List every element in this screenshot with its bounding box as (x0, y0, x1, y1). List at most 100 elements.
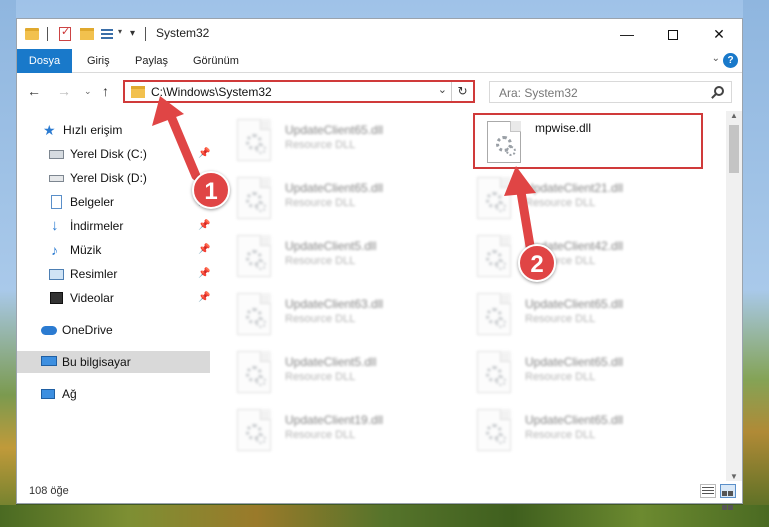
file-type: Resource DLL (285, 255, 356, 267)
file-type: Resource DLL (285, 197, 356, 209)
customize-toolbar-icon[interactable]: ▾ (130, 28, 135, 44)
file-list: UpdateClient65.dll Resource DLL mpwise.d… (225, 111, 725, 477)
file-tile[interactable]: UpdateClient19.dll Resource DLL (225, 403, 455, 459)
dll-file-icon (477, 351, 511, 393)
file-tile[interactable]: UpdateClient5.dll Resource DLL (225, 345, 455, 401)
cloud-icon (41, 326, 57, 335)
pin-icon[interactable]: 📌 (198, 287, 210, 309)
network-icon (41, 389, 55, 399)
scrollbar-thumb[interactable] (729, 125, 739, 173)
vertical-scrollbar[interactable]: ▲ ▼ (726, 111, 742, 481)
file-name: UpdateClient63.dll (285, 297, 384, 311)
star-icon: ★ (43, 122, 56, 138)
file-tile[interactable]: UpdateClient65.dll Resource DLL (465, 287, 695, 343)
address-bar[interactable]: C:\Windows\System32 ⌄ ↻ (123, 80, 475, 103)
dll-file-icon (477, 177, 511, 219)
tab-file[interactable]: Dosya (17, 49, 72, 73)
file-tile[interactable]: UpdateClient65.dll Resource DLL (465, 345, 695, 401)
address-path[interactable]: C:\Windows\System32 (151, 85, 272, 99)
window-title: System32 (156, 26, 210, 40)
file-type: Resource DLL (285, 139, 356, 151)
properties-icon[interactable] (101, 27, 115, 41)
tab-home[interactable]: Giriş (77, 49, 120, 73)
title-bar: ▾ ▾ System32 — ✕ (17, 19, 742, 49)
scroll-up-icon[interactable]: ▲ (730, 111, 738, 120)
file-name: UpdateClient5.dll (285, 239, 377, 253)
file-type: Resource DLL (285, 313, 356, 325)
up-arrow-icon[interactable]: ↑ (102, 83, 109, 99)
sidebar-item-label: Yerel Disk (D:) (70, 171, 147, 185)
sidebar-item-label: Resimler (70, 267, 118, 281)
sidebar-item-pictures[interactable]: Resimler 📌 (17, 263, 210, 285)
expand-ribbon-icon[interactable]: ⌄ (712, 53, 720, 64)
file-type: Resource DLL (525, 429, 596, 441)
large-icons-view-icon[interactable] (720, 484, 736, 510)
drive-icon (49, 175, 64, 182)
file-type: Resource DLL (525, 313, 596, 325)
divider (47, 27, 48, 41)
pin-icon[interactable]: 📌 (198, 239, 210, 261)
sidebar-item-music[interactable]: ♪ Müzik 📌 (17, 239, 210, 261)
forward-arrow-icon[interactable]: → (57, 83, 71, 99)
sidebar-item-documents[interactable]: Belgeler 📌 (17, 191, 210, 213)
navigation-pane: ★ Hızlı erişim Yerel Disk (C:) 📌 Yerel D… (17, 111, 217, 481)
pin-icon[interactable]: 📌 (198, 143, 210, 165)
file-tile[interactable]: UpdateClient63.dll Resource DLL (225, 287, 455, 343)
file-name: UpdateClient19.dll (285, 413, 384, 427)
file-tile[interactable]: UpdateClient65.dll Resource DLL (225, 113, 455, 169)
pin-icon[interactable]: 📌 (198, 215, 210, 237)
sidebar-item-local-disk-c[interactable]: Yerel Disk (C:) 📌 (17, 143, 210, 165)
refresh-icon[interactable]: ↻ (451, 82, 473, 101)
close-button[interactable]: ✕ (696, 19, 742, 49)
tab-view[interactable]: Görünüm (183, 49, 249, 73)
minimize-button[interactable]: — (604, 19, 650, 49)
file-name: UpdateClient21.dll (525, 181, 624, 195)
file-tile-mpwise[interactable]: mpwise.dll (473, 113, 703, 169)
dll-file-icon (237, 119, 271, 161)
sidebar-item-onedrive[interactable]: OneDrive (17, 319, 210, 341)
video-icon (50, 292, 63, 304)
desktop-background-bottom (0, 505, 769, 527)
file-tile[interactable]: UpdateClient65.dll Resource DLL (465, 403, 695, 459)
recent-locations-icon[interactable]: ⌄ (84, 86, 92, 97)
chevron-down-icon[interactable]: ▾ (118, 27, 122, 43)
sidebar-item-videos[interactable]: Videolar 📌 (17, 287, 210, 309)
scroll-down-icon[interactable]: ▼ (730, 472, 738, 481)
tab-share[interactable]: Paylaş (125, 49, 178, 73)
sidebar-item-label: Hızlı erişim (63, 123, 123, 137)
chevron-down-icon[interactable]: ⌄ (438, 83, 447, 96)
new-folder-icon[interactable] (80, 28, 94, 40)
sidebar-item-network[interactable]: Ağ (17, 383, 210, 405)
status-bar: 108 öğe (17, 481, 742, 510)
file-name: UpdateClient65.dll (525, 355, 624, 369)
help-icon[interactable]: ? (723, 53, 738, 68)
sidebar-item-this-pc[interactable]: Bu bilgisayar (17, 351, 210, 373)
pin-icon[interactable]: 📌 (198, 263, 210, 285)
dll-file-icon (237, 351, 271, 393)
folder-icon (25, 28, 39, 40)
sidebar-item-downloads[interactable]: ↓ İndirmeler 📌 (17, 215, 210, 237)
search-placeholder: Ara: System32 (499, 86, 578, 100)
file-name: UpdateClient5.dll (285, 355, 377, 369)
sidebar-item-quick-access[interactable]: ★ Hızlı erişim (17, 119, 210, 141)
file-tile[interactable]: UpdateClient65.dll Resource DLL (225, 171, 455, 227)
file-tile[interactable]: UpdateClient5.dll Resource DLL (225, 229, 455, 285)
documents-icon (51, 195, 62, 209)
search-input[interactable]: Ara: System32 (489, 81, 732, 103)
step-badge-2: 2 (518, 244, 556, 282)
file-explorer-window: ▾ ▾ System32 — ✕ Dosya Giriş Paylaş Görü… (16, 18, 743, 510)
dll-file-icon (237, 409, 271, 451)
maximize-button[interactable] (650, 19, 696, 49)
search-icon[interactable] (714, 86, 724, 96)
folder-icon (131, 86, 145, 98)
properties-check-icon[interactable] (59, 25, 71, 41)
dll-file-icon (487, 121, 521, 163)
file-tile[interactable]: UpdateClient21.dll Resource DLL (465, 171, 695, 227)
file-tile[interactable]: UpdateClient42.dll Resource DLL (465, 229, 695, 285)
file-name: UpdateClient65.dll (285, 181, 384, 195)
back-arrow-icon[interactable]: ← (27, 83, 41, 99)
drive-icon (49, 150, 64, 159)
sidebar-item-local-disk-d[interactable]: Yerel Disk (D:) (17, 167, 210, 189)
file-type: Resource DLL (285, 371, 356, 383)
details-view-icon[interactable] (700, 484, 716, 498)
